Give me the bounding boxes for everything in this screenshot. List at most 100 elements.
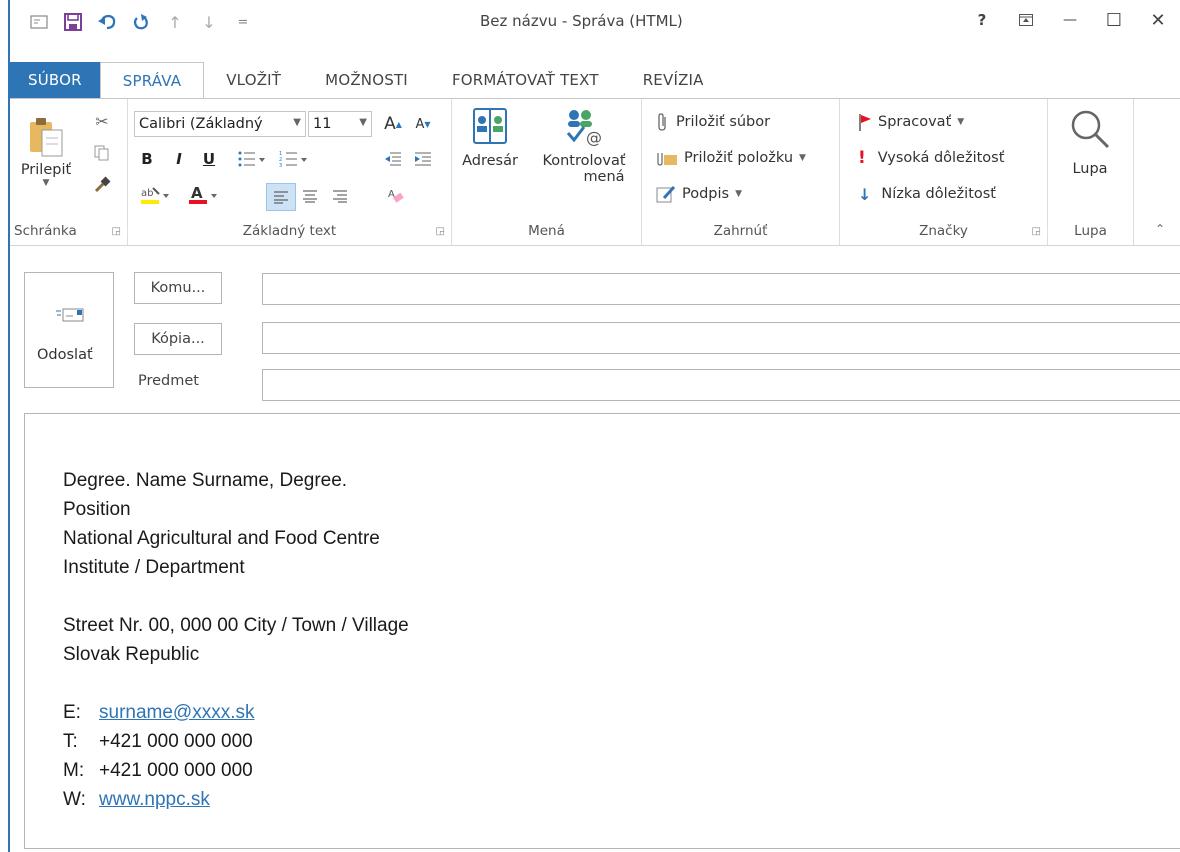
signature-department: Institute / Department xyxy=(63,557,245,578)
minimize-button[interactable]: — xyxy=(1048,6,1092,34)
cc-button[interactable]: Kópia... xyxy=(134,323,222,355)
font-size-select[interactable]: 11 ▼ xyxy=(308,111,372,137)
signature-phone-row: T: +421 000 000 000 xyxy=(63,727,409,756)
undo-icon[interactable] xyxy=(90,10,124,34)
grow-font-button[interactable]: A ▲ xyxy=(380,111,406,137)
cc-field[interactable] xyxy=(262,322,1180,354)
tab-options[interactable]: MOŽNOSTI xyxy=(303,62,430,98)
font-name-select[interactable]: Calibri (Základný ▼ xyxy=(134,111,306,137)
font-color-icon[interactable]: A xyxy=(182,181,226,209)
align-right-icon[interactable] xyxy=(326,183,354,209)
svg-text:ab: ab xyxy=(141,188,153,199)
arrow-down-icon[interactable]: ↓ xyxy=(192,10,226,34)
low-importance-button[interactable]: ↓ Nízka dôležitosť xyxy=(858,181,996,207)
zoom-button[interactable]: Lupa xyxy=(1058,107,1122,197)
copy-icon[interactable] xyxy=(88,141,116,165)
exclamation-icon: ! xyxy=(858,148,866,168)
title-bar: ↑ ↓ = Bez názvu - Správa (HTML) ? — ☐ ✕ xyxy=(10,0,1180,42)
to-field[interactable] xyxy=(262,273,1180,305)
decrease-indent-icon[interactable] xyxy=(380,147,406,171)
shrink-font-button[interactable]: A ▼ xyxy=(410,111,436,137)
subject-field[interactable] xyxy=(262,369,1180,401)
signature-street: Street Nr. 00, 000 00 City / Town / Vill… xyxy=(63,615,409,636)
clipboard-launcher-icon[interactable]: ◲ xyxy=(112,226,121,237)
send-icon xyxy=(56,308,84,322)
message-icon xyxy=(22,10,56,34)
signature-button[interactable]: Podpis ▼ xyxy=(656,181,742,207)
check-names-label: Kontrolovať xyxy=(542,153,626,169)
subject-label: Predmet xyxy=(138,373,199,389)
window-title: Bez názvu - Správa (HTML) xyxy=(480,12,683,30)
send-button[interactable]: Odoslať xyxy=(24,272,114,388)
names-group: Adresár @ Kontrolovať mená Mená xyxy=(452,99,642,245)
follow-up-button[interactable]: Spracovať ▼ xyxy=(858,109,964,135)
include-group-label: Zahrnúť xyxy=(713,223,768,239)
svg-text:3: 3 xyxy=(279,163,282,168)
maximize-button[interactable]: ☐ xyxy=(1092,6,1136,34)
address-book-label: Adresár xyxy=(462,153,518,169)
chevron-down-icon: ▼ xyxy=(293,117,301,128)
tab-review[interactable]: REVÍZIA xyxy=(621,62,726,98)
collapse-ribbon-icon[interactable]: ⌃ xyxy=(1150,219,1170,239)
arrow-up-icon[interactable]: ↑ xyxy=(158,10,192,34)
clear-formatting-icon[interactable]: A xyxy=(382,183,410,209)
save-icon[interactable] xyxy=(56,10,90,34)
address-book-icon xyxy=(473,108,507,144)
attach-item-button[interactable]: Priložiť položku ▼ xyxy=(656,145,806,171)
to-button[interactable]: Komu... xyxy=(134,272,222,304)
italic-button[interactable]: I xyxy=(166,147,192,171)
send-label: Odoslať xyxy=(37,347,93,363)
paperclip-icon xyxy=(658,113,666,131)
window-controls: ? — ☐ ✕ xyxy=(960,6,1180,34)
tab-format-text[interactable]: FORMÁTOVAŤ TEXT xyxy=(430,62,621,98)
bold-button[interactable]: B xyxy=(134,147,160,171)
signature-organization: National Agricultural and Food Centre xyxy=(63,528,380,549)
highlight-icon[interactable]: ab xyxy=(134,181,178,209)
chevron-down-icon: ▼ xyxy=(735,189,743,199)
ribbon-display-options-button[interactable] xyxy=(1004,6,1048,34)
phone-label: T: xyxy=(63,731,78,752)
message-body[interactable]: Degree. Name Surname, Degree. Position N… xyxy=(24,413,1180,849)
signature-icon xyxy=(656,185,676,203)
tags-launcher-icon[interactable]: ◲ xyxy=(1032,226,1041,237)
basic-text-group: Calibri (Základný ▼ 11 ▼ A ▲ A ▼ B I U 123 xyxy=(128,99,452,245)
signature-web-row: W: www.nppc.sk xyxy=(63,785,409,814)
high-importance-button[interactable]: ! Vysoká dôležitosť xyxy=(858,145,1004,171)
paste-button[interactable]: Prilepiť ▼ xyxy=(16,107,76,197)
cut-icon[interactable]: ✂ xyxy=(88,109,116,133)
zoom-group: Lupa Lupa xyxy=(1048,99,1134,245)
mobile-label: M: xyxy=(63,760,85,781)
close-button[interactable]: ✕ xyxy=(1136,6,1180,34)
tab-message[interactable]: SPRÁVA xyxy=(99,62,205,99)
bullets-icon[interactable] xyxy=(232,147,272,171)
flag-icon xyxy=(859,114,871,131)
include-group: Priložiť súbor Priložiť položku ▼ Podpis… xyxy=(642,99,840,245)
address-book-button[interactable]: Adresár xyxy=(460,107,520,197)
attach-item-icon xyxy=(657,153,677,166)
underline-button[interactable]: U xyxy=(196,147,222,171)
redo-icon[interactable] xyxy=(124,10,158,34)
attach-file-button[interactable]: Priložiť súbor xyxy=(656,109,770,135)
basic-text-group-label: Základný text xyxy=(242,223,337,239)
basic-text-launcher-icon[interactable]: ◲ xyxy=(436,226,445,237)
format-painter-icon[interactable] xyxy=(88,173,116,197)
align-center-icon[interactable] xyxy=(296,183,324,209)
arrow-down-icon: ↓ xyxy=(858,184,872,204)
chevron-down-icon: ▼ xyxy=(359,117,367,128)
tab-insert[interactable]: VLOŽIŤ xyxy=(204,62,303,98)
align-left-icon[interactable] xyxy=(266,183,296,211)
chevron-down-icon: ▼ xyxy=(42,178,50,188)
check-names-button[interactable]: @ Kontrolovať mená xyxy=(532,107,636,217)
numbering-icon[interactable]: 123 xyxy=(274,147,314,171)
customize-qat-icon[interactable]: = xyxy=(226,10,260,34)
signature-country: Slovak Republic xyxy=(63,644,200,665)
email-link[interactable]: surname@xxxx.sk xyxy=(99,702,255,723)
names-group-label: Mená xyxy=(528,223,565,239)
paste-label: Prilepiť xyxy=(20,162,72,178)
signature-mobile-row: M: +421 000 000 000 xyxy=(63,756,409,785)
web-link[interactable]: www.nppc.sk xyxy=(99,789,210,810)
increase-indent-icon[interactable] xyxy=(410,147,436,171)
tab-file[interactable]: SÚBOR xyxy=(10,62,100,98)
help-button[interactable]: ? xyxy=(960,6,1004,34)
signature-block: Degree. Name Surname, Degree. Position N… xyxy=(63,466,409,814)
